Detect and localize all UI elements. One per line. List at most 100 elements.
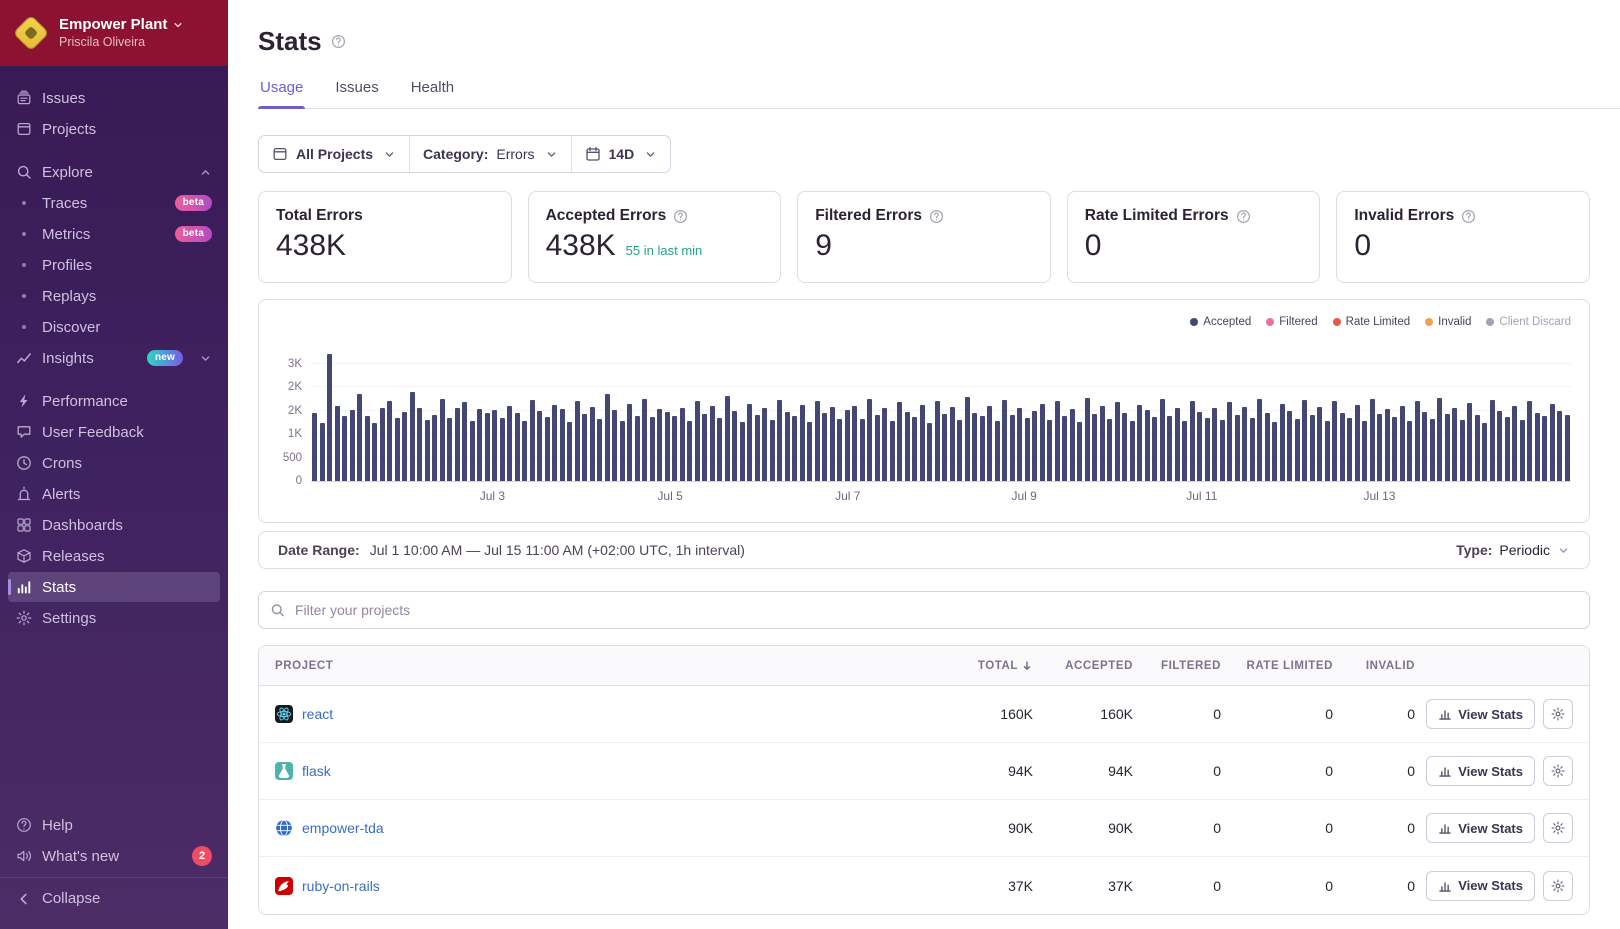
chart-bar[interactable] <box>1220 420 1225 481</box>
sidebar-item-performance[interactable]: Performance <box>8 386 220 416</box>
column-header-rate-limited[interactable]: RATE LIMITED <box>1221 660 1333 672</box>
chart-bar[interactable] <box>1002 400 1007 481</box>
chart-bar[interactable] <box>327 354 332 481</box>
chart-bar[interactable] <box>845 410 850 481</box>
chart-bar[interactable] <box>1137 405 1142 481</box>
chart-bar[interactable] <box>1467 403 1472 481</box>
chart-bar[interactable] <box>1505 417 1510 481</box>
chart-bar[interactable] <box>560 409 565 481</box>
chart-bar[interactable] <box>1355 405 1360 481</box>
chart-bar[interactable] <box>785 412 790 481</box>
chart-bar[interactable] <box>807 422 812 481</box>
chart-bar[interactable] <box>1565 415 1570 481</box>
chart-bar[interactable] <box>672 416 677 481</box>
chart-bar[interactable] <box>1235 415 1240 481</box>
chart-bar[interactable] <box>1490 400 1495 481</box>
chart-bar[interactable] <box>612 410 617 481</box>
chart-bar[interactable] <box>575 401 580 481</box>
chart-bar[interactable] <box>777 400 782 481</box>
legend-item-client-discard[interactable]: Client Discard <box>1486 316 1571 328</box>
legend-item-filtered[interactable]: Filtered <box>1266 316 1317 328</box>
chart-bar[interactable] <box>335 406 340 481</box>
chart-bar[interactable] <box>635 416 640 482</box>
chart-bar[interactable] <box>665 412 670 481</box>
sidebar-item-crons[interactable]: Crons <box>8 448 220 478</box>
chart-bar[interactable] <box>320 423 325 481</box>
chart-bar[interactable] <box>1550 404 1555 481</box>
chart-bar[interactable] <box>1415 401 1420 481</box>
chart-bar[interactable] <box>350 410 355 481</box>
chart-bar[interactable] <box>1010 415 1015 481</box>
column-header-accepted[interactable]: ACCEPTED <box>1033 660 1133 672</box>
chart-bar[interactable] <box>530 400 535 481</box>
chart-bar[interactable] <box>387 401 392 481</box>
chart-bar[interactable] <box>860 419 865 481</box>
chart-bar[interactable] <box>1317 407 1322 481</box>
column-header-total[interactable]: TOTAL <box>943 660 1033 672</box>
chart-bar[interactable] <box>1340 413 1345 481</box>
view-stats-button[interactable]: View Stats <box>1426 871 1535 901</box>
chart-bar[interactable] <box>995 421 1000 481</box>
chart-bar[interactable] <box>1182 421 1187 481</box>
chart-bar[interactable] <box>515 413 520 481</box>
chart-bar[interactable] <box>1145 410 1150 481</box>
chart-bar[interactable] <box>1242 407 1247 481</box>
tab-issues[interactable]: Issues <box>333 79 380 108</box>
chart-bar[interactable] <box>1272 422 1277 481</box>
chart-bar[interactable] <box>1227 402 1232 481</box>
chart-bar[interactable] <box>800 405 805 481</box>
chart-bar[interactable] <box>1047 420 1052 481</box>
chart-bar[interactable] <box>462 402 467 481</box>
chart-bar[interactable] <box>537 411 542 481</box>
chart-bar[interactable] <box>342 416 347 481</box>
chart-bar[interactable] <box>1115 402 1120 481</box>
chart-bar[interactable] <box>1392 417 1397 481</box>
chart-bar[interactable] <box>447 418 452 481</box>
chart-bar[interactable] <box>492 410 497 481</box>
project-settings-button[interactable] <box>1543 871 1573 901</box>
question-icon[interactable] <box>1236 209 1251 224</box>
project-settings-button[interactable] <box>1543 813 1573 843</box>
sidebar-item-whats-new[interactable]: What's new2 <box>8 841 220 871</box>
chart-bar[interactable] <box>425 420 430 481</box>
chart-bar[interactable] <box>380 408 385 481</box>
chart-bar[interactable] <box>762 408 767 481</box>
chart-bar[interactable] <box>1257 399 1262 481</box>
chart-bar[interactable] <box>740 422 745 481</box>
date-range-filter-button[interactable]: 14D <box>571 136 671 172</box>
chart-bar[interactable] <box>477 409 482 481</box>
chart-bar[interactable] <box>725 396 730 481</box>
chart-bar[interactable] <box>1542 416 1547 481</box>
chart-bar[interactable] <box>1130 421 1135 481</box>
chart-bar[interactable] <box>702 414 707 481</box>
chart-bar[interactable] <box>552 405 557 481</box>
chart-bar[interactable] <box>897 402 902 481</box>
chart-bar[interactable] <box>1557 411 1562 481</box>
chart-bar[interactable] <box>500 418 505 481</box>
sidebar-item-replays[interactable]: Replays <box>8 281 220 311</box>
project-link[interactable]: react <box>302 706 333 722</box>
chart-bar[interactable] <box>1197 412 1202 481</box>
chart-bar[interactable] <box>1152 417 1157 481</box>
legend-item-invalid[interactable]: Invalid <box>1425 316 1471 328</box>
project-link[interactable]: ruby-on-rails <box>302 878 380 894</box>
chart-bar[interactable] <box>1437 398 1442 481</box>
chart-bar[interactable] <box>545 417 550 481</box>
chart-bar[interactable] <box>1055 401 1060 481</box>
chart-bar[interactable] <box>410 392 415 481</box>
chart-bar[interactable] <box>312 413 317 481</box>
chart-bar[interactable] <box>732 411 737 481</box>
chart-bar[interactable] <box>485 413 490 481</box>
chart-bar[interactable] <box>1460 420 1465 481</box>
chart-bar[interactable] <box>627 404 632 481</box>
category-filter-button[interactable]: Category: Errors <box>409 136 570 172</box>
chart-bar[interactable] <box>432 415 437 481</box>
chart-bar[interactable] <box>402 412 407 481</box>
chart-bar[interactable] <box>1032 411 1037 481</box>
chart-bar[interactable] <box>837 419 842 481</box>
chart-bar[interactable] <box>1122 413 1127 481</box>
chart-bar[interactable] <box>980 416 985 481</box>
chart-bar[interactable] <box>770 420 775 481</box>
chart-bar[interactable] <box>1362 421 1367 481</box>
chart-bar[interactable] <box>1107 419 1112 481</box>
